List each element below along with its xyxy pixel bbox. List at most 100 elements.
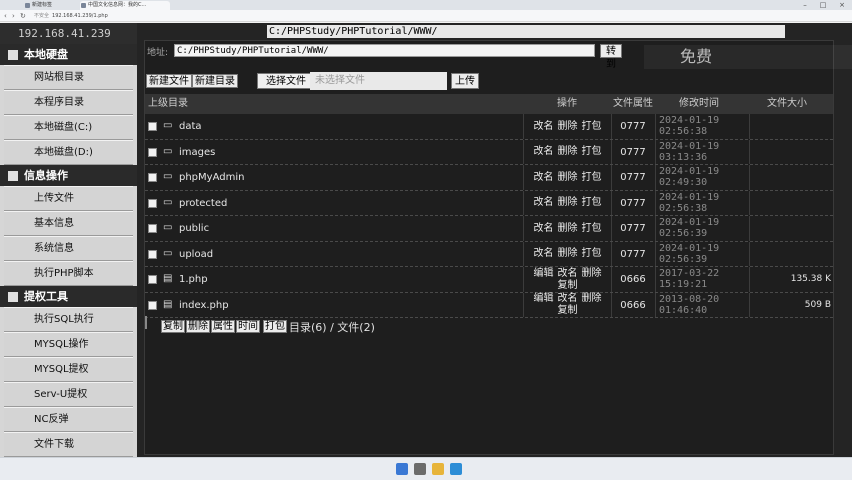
search-icon[interactable] [414,463,426,475]
file-mtime[interactable]: 2024-01-19 02:49:30 [659,166,747,188]
sidebar-item[interactable]: MYSQL操作 [4,332,133,357]
back-icon[interactable]: ‹ [4,11,7,21]
parent-directory-link[interactable]: 上级目录 [148,94,188,114]
row-action-link[interactable]: 编辑 [534,293,554,305]
url-field[interactable]: 不安全 192.168.41.239/1.php [32,12,202,20]
address-input[interactable]: C:/PHPStudy/PHPTutorial/WWW/ [174,44,595,57]
file-name-link[interactable]: 1.php [179,274,208,285]
sidebar-item[interactable]: MYSQL提权 [4,357,133,382]
file-permission[interactable]: 0777 [613,249,653,260]
file-name-link[interactable]: protected [179,198,227,209]
file-mtime[interactable]: 2017-03-22 15:19:21 [659,268,747,290]
row-action-link[interactable]: 打包 [582,146,602,158]
row-action-link[interactable]: 删除 [558,146,578,158]
choose-file-button[interactable]: 选择文件 [257,73,315,89]
row-action-link[interactable]: 打包 [582,248,602,260]
row-action-link[interactable]: 删除 [558,172,578,184]
row-checkbox[interactable] [148,300,157,310]
row-action-link[interactable]: 删除 [582,293,602,305]
file-name-link[interactable]: public [179,223,209,234]
row-checkbox[interactable] [148,122,157,131]
sidebar-item[interactable]: 网站根目录 [4,65,133,90]
row-action-link[interactable]: 复制 [558,305,578,317]
file-name-link[interactable]: images [179,147,215,158]
file-mtime[interactable]: 2024-01-19 02:56:39 [659,217,747,239]
file-mtime[interactable]: 2024-01-19 02:56:38 [659,115,747,137]
file-name-link[interactable]: phpMyAdmin [179,172,244,183]
sidebar-item[interactable]: 基本信息 [4,211,133,236]
file-mtime[interactable]: 2024-01-19 02:56:38 [659,192,747,214]
file-permission[interactable]: 0777 [613,172,653,183]
new-file-button[interactable]: 新建文件 [146,74,192,88]
row-action-link[interactable]: 改名 [534,197,554,209]
batch-action-button[interactable]: 属性 [211,320,235,333]
row-action-link[interactable]: 删除 [558,121,578,133]
browser-tab-active[interactable]: 中国文化信息网：我的C... [80,1,170,10]
file-permission[interactable]: 0666 [613,300,653,311]
row-action-link[interactable]: 改名 [534,121,554,133]
sidebar-item[interactable]: 执行PHP脚本 [4,261,133,286]
row-action-link[interactable]: 改名 [534,223,554,235]
file-permission[interactable]: 0777 [613,198,653,209]
file-mtime[interactable]: 2013-08-20 01:46:40 [659,294,747,316]
batch-action-button[interactable]: 删除 [186,320,210,333]
row-action-link[interactable]: 打包 [582,197,602,209]
file-name-link[interactable]: index.php [179,300,229,311]
row-action-link[interactable]: 改名 [534,248,554,260]
sidebar-item[interactable]: 执行SQL执行 [4,307,133,332]
batch-action-button[interactable]: 打包 [263,320,287,333]
close-icon[interactable]: × [833,0,851,10]
sidebar-item[interactable]: 本地磁盘(C:) [4,115,133,140]
row-action-link[interactable]: 复制 [558,280,578,292]
file-permission[interactable]: 0777 [613,147,653,158]
sidebar-item[interactable]: 上传文件 [4,186,133,211]
forward-icon[interactable]: › [12,11,15,21]
start-icon[interactable] [396,463,408,475]
sidebar-item[interactable]: NC反弹 [4,407,133,432]
no-file-selected-label: 未选择文件 [310,72,447,90]
file-name-link[interactable]: data [179,121,202,132]
sidebar-item[interactable]: 系统信息 [4,236,133,261]
row-checkbox[interactable] [148,275,157,284]
row-action-link[interactable]: 改名 [534,146,554,158]
row-checkbox[interactable] [148,147,157,157]
sidebar-item[interactable]: Serv-U提权 [4,382,133,407]
row-checkbox[interactable] [148,249,157,259]
sidebar-item[interactable]: 文件下载 [4,432,133,457]
row-action-link[interactable]: 改名 [558,293,578,305]
file-mtime[interactable]: 2024-01-19 03:13:36 [659,141,747,163]
row-action-link[interactable]: 删除 [582,268,602,280]
file-permission[interactable]: 0666 [613,274,653,285]
row-action-link[interactable]: 编辑 [534,268,554,280]
row-action-link[interactable]: 打包 [582,223,602,235]
row-action-link[interactable]: 删除 [558,197,578,209]
sidebar-item[interactable]: 本地磁盘(D:) [4,140,133,165]
row-action-link[interactable]: 删除 [558,248,578,260]
row-checkbox[interactable] [148,198,157,208]
browser-icon[interactable] [450,463,462,475]
file-name-link[interactable]: upload [179,249,213,260]
row-action-link[interactable]: 改名 [534,172,554,184]
new-directory-button[interactable]: 新建目录 [192,74,238,88]
row-action-link[interactable]: 删除 [558,223,578,235]
row-action-link[interactable]: 改名 [558,268,578,280]
row-action-link[interactable]: 打包 [582,121,602,133]
folder-icon[interactable] [432,463,444,475]
file-permission[interactable]: 0777 [613,121,653,132]
row-checkbox[interactable] [148,224,157,233]
file-permission[interactable]: 0777 [613,223,653,234]
upload-button[interactable]: 上传 [451,73,479,89]
goto-button[interactable]: 转到 [600,44,622,70]
maximize-icon[interactable]: □ [814,0,832,10]
row-checkbox[interactable] [148,173,157,182]
batch-action-button[interactable]: 复制 [161,320,185,333]
select-all-checkbox[interactable] [145,316,147,329]
minimize-icon[interactable]: – [796,0,814,10]
reload-icon[interactable]: ↻ [20,11,26,21]
column-divider [523,139,524,164]
browser-tab[interactable]: 新建标签 [24,1,74,10]
file-mtime[interactable]: 2024-01-19 02:56:39 [659,243,747,265]
row-action-link[interactable]: 打包 [582,172,602,184]
sidebar-item[interactable]: 本程序目录 [4,90,133,115]
batch-action-button[interactable]: 时间 [236,320,260,333]
